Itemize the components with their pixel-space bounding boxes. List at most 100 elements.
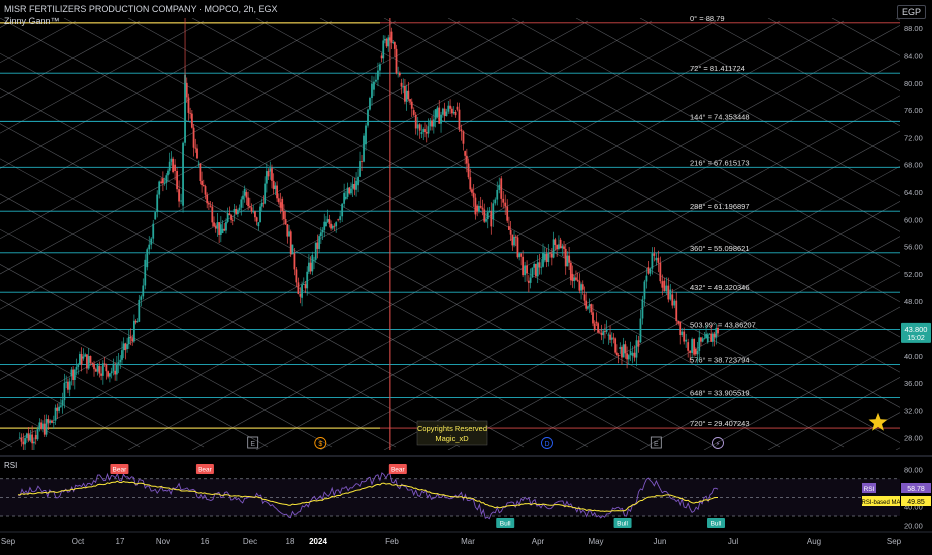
candle-body	[140, 296, 143, 300]
symbol-title[interactable]: MISR FERTILIZERS PRODUCTION COMPANY · MO…	[4, 4, 278, 14]
candle-body	[84, 354, 87, 357]
candle-body	[659, 262, 662, 282]
candle-body	[456, 106, 459, 110]
candle-body	[105, 364, 108, 372]
candle-body	[679, 321, 682, 336]
candle-body	[297, 282, 300, 294]
candle-body	[561, 246, 564, 249]
candle-body	[410, 101, 413, 109]
candle-body	[242, 195, 244, 200]
candle-body	[160, 181, 163, 184]
candle-body	[418, 124, 421, 131]
candle-body	[715, 327, 718, 338]
candle-body	[134, 320, 137, 323]
gann-fan-line-down	[447, 18, 900, 267]
candle-body	[109, 373, 111, 377]
price-tick-label: 52.00	[904, 270, 923, 279]
candle-body	[331, 225, 334, 229]
candle-body	[178, 189, 180, 202]
candle-body	[304, 284, 307, 289]
candle-body	[45, 419, 48, 435]
candle-body	[208, 203, 210, 205]
candle-body	[689, 350, 692, 353]
chart-area[interactable]: 0° = 88.79 72° = 81.411724 144° = 74.35344…	[0, 0, 932, 550]
candle-body	[683, 331, 686, 342]
candle-body	[619, 347, 622, 349]
candle-body	[131, 338, 134, 342]
candle-body	[114, 370, 117, 375]
candle-body	[575, 277, 577, 280]
currency-badge[interactable]: EGP	[896, 5, 926, 19]
candle-body	[367, 109, 369, 126]
candle-body	[341, 203, 344, 217]
candle-body	[119, 359, 122, 363]
candle-body	[154, 212, 157, 220]
candle-body	[206, 194, 209, 204]
candle-body	[365, 125, 367, 145]
candle-body	[221, 228, 224, 233]
candle-body	[230, 215, 232, 220]
candle-body	[627, 355, 630, 360]
candle-body	[110, 371, 113, 374]
candle-body	[478, 205, 480, 212]
candle-body	[185, 82, 188, 98]
candle-body	[288, 231, 290, 237]
candle-body	[649, 268, 652, 274]
candle-body	[377, 70, 379, 80]
price-tick-label: 48.00	[904, 297, 923, 306]
candle-body	[402, 85, 405, 87]
candle-body	[267, 171, 270, 177]
candle-body	[228, 213, 231, 216]
candle-body	[25, 433, 28, 439]
candle-body	[168, 161, 171, 171]
candle-body	[552, 239, 555, 258]
candle-body	[68, 381, 71, 390]
price-tick-label: 32.00	[904, 406, 923, 415]
candle-body	[350, 188, 352, 194]
candle-body	[494, 199, 497, 204]
candle-body	[82, 356, 85, 359]
candle-body	[321, 229, 324, 233]
candle-body	[685, 339, 688, 342]
candle-body	[431, 120, 433, 127]
candle-body	[460, 129, 463, 132]
candle-body	[490, 211, 493, 227]
candle-body	[559, 239, 562, 249]
candle-body	[542, 252, 544, 267]
event-marker-label: D	[544, 441, 549, 448]
candle-body	[520, 253, 523, 257]
candle-body	[578, 280, 581, 291]
candle-body	[59, 405, 62, 407]
time-axis-label: Apr	[532, 537, 545, 546]
candle-body	[673, 300, 676, 306]
candle-body	[27, 433, 30, 441]
candle-body	[225, 221, 227, 231]
candle-body	[700, 337, 702, 342]
candle-body	[393, 42, 396, 49]
candle-body	[231, 219, 234, 221]
candle-body	[516, 237, 519, 258]
indicator-name[interactable]: Zinny Gann™	[4, 16, 60, 26]
candle-body	[693, 338, 696, 355]
candle-body	[269, 168, 272, 172]
candle-body	[295, 269, 298, 283]
candle-body	[180, 200, 182, 202]
candle-body	[89, 356, 92, 363]
candle-body	[328, 219, 331, 224]
candle-body	[182, 142, 184, 206]
candle-body	[509, 229, 512, 235]
price-tick-label: 56.00	[904, 243, 923, 252]
candle-body	[101, 363, 104, 376]
candle-body	[152, 223, 155, 239]
candle-body	[488, 211, 491, 213]
candle-body	[705, 333, 707, 339]
candle-body	[248, 206, 251, 208]
candle-body	[535, 263, 537, 277]
candle-body	[52, 422, 55, 424]
candle-body	[49, 420, 52, 423]
candle-body	[167, 170, 169, 176]
candle-body	[33, 441, 35, 444]
candle-body	[626, 353, 628, 360]
candle-body	[701, 338, 704, 342]
time-axis-label: Nov	[156, 537, 170, 546]
